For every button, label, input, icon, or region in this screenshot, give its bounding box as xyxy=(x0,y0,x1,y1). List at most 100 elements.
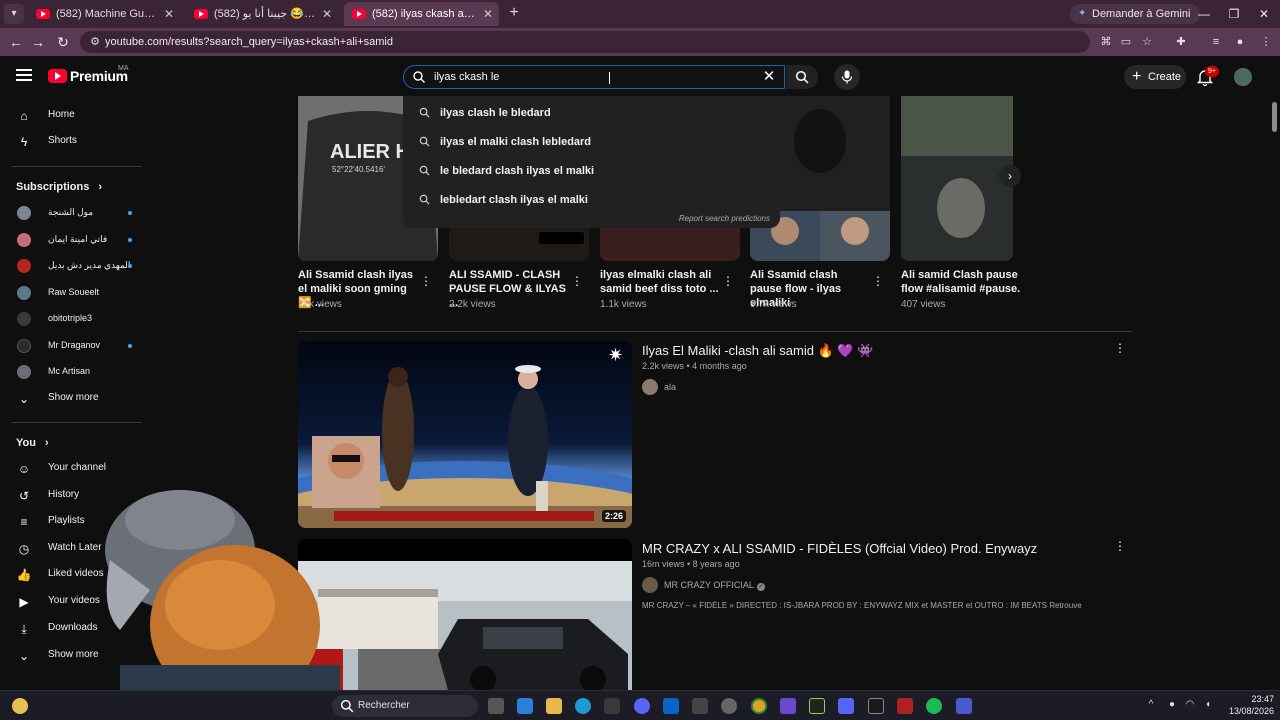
network-icon[interactable]: ◠ xyxy=(1183,698,1197,712)
scrollbar-thumb[interactable] xyxy=(1272,102,1277,132)
sidebar-channel[interactable]: Mr Draganov xyxy=(0,333,152,359)
sidebar-item-label: Shorts xyxy=(48,135,77,146)
weather-icon[interactable] xyxy=(12,698,28,714)
edge-icon[interactable] xyxy=(575,698,591,714)
back-icon[interactable]: ← xyxy=(6,32,26,52)
spotify-icon[interactable] xyxy=(926,698,942,714)
app-icon[interactable] xyxy=(956,698,972,714)
sidebar-channel[interactable]: obitotriple3 xyxy=(0,306,152,332)
short-title[interactable]: ilyas elmalki clash ali samid beef diss … xyxy=(600,268,720,296)
you-header[interactable]: You › xyxy=(16,437,49,449)
bookmark-star-icon[interactable]: ☆ xyxy=(1139,34,1155,50)
gaming-icon[interactable] xyxy=(780,698,796,714)
sidebar-channel[interactable]: Mc Artisan xyxy=(0,359,152,385)
translate-icon[interactable]: ⌘ xyxy=(1098,34,1114,50)
sidebar-channel[interactable]: فاتي امينة ايمان xyxy=(0,227,152,253)
microphone-icon[interactable]: ● xyxy=(1165,698,1179,712)
video-thumbnail[interactable] xyxy=(298,539,632,690)
more-options-icon[interactable]: ⋮ xyxy=(1114,341,1126,355)
browser-tab-1[interactable]: (582) Machine Gun Kelly "Rap D ✕ xyxy=(28,2,180,26)
restore-icon[interactable]: ❐ xyxy=(1224,4,1244,24)
browser-tab-2[interactable]: (582) بكاء هستيري 😂 جيبنا أنا يو ✕ xyxy=(186,2,338,26)
sidebar-item-your-channel[interactable]: ☺ Your channel xyxy=(0,456,152,482)
suggestion-item[interactable]: lebledart clash ilyas el malki xyxy=(403,185,780,214)
page-scrollbar[interactable] xyxy=(1271,96,1277,690)
video-result: 2:26 ✷ Ilyas El Maliki -clash ali samid … xyxy=(298,341,1132,531)
search-box[interactable] xyxy=(403,65,785,89)
more-options-icon[interactable]: ⋮ xyxy=(571,274,583,288)
browser-tab-active[interactable]: (582) ilyas ckash ali samid - You ✕ xyxy=(344,2,499,26)
video-thumbnail-image xyxy=(298,539,632,690)
report-predictions-link[interactable]: Report search predictions xyxy=(679,214,770,223)
copilot-icon[interactable] xyxy=(517,698,533,714)
voice-search-button[interactable] xyxy=(834,64,860,90)
notification-badge: 9+ xyxy=(1205,66,1219,77)
sidebar-channel[interactable]: المهدي مدير دش بديل xyxy=(0,253,152,279)
close-icon[interactable]: ✕ xyxy=(322,2,332,26)
create-button[interactable]: + Create xyxy=(1124,65,1186,89)
shorts-next-button[interactable]: › xyxy=(999,165,1021,187)
tab-search-menu-icon[interactable]: ▾ xyxy=(4,4,24,24)
steam-icon[interactable] xyxy=(721,698,737,714)
suggestion-item[interactable]: ilyas clash le bledard xyxy=(403,98,780,127)
more-options-icon[interactable]: ⋮ xyxy=(420,274,432,288)
youtube-logo-icon[interactable] xyxy=(48,69,67,83)
task-view-icon[interactable] xyxy=(488,698,504,714)
outlook-icon[interactable] xyxy=(663,698,679,714)
nvidia-icon[interactable] xyxy=(809,698,825,714)
profile-icon[interactable]: ● xyxy=(1232,34,1248,50)
store-icon[interactable] xyxy=(604,698,620,714)
sidebar-item-shorts[interactable]: ϟ Shorts xyxy=(0,129,152,155)
divider xyxy=(298,331,1132,332)
close-window-icon[interactable]: ✕ xyxy=(1254,4,1274,24)
discord-icon[interactable] xyxy=(838,698,854,714)
minimize-icon[interactable]: — xyxy=(1194,4,1214,24)
forward-icon[interactable]: → xyxy=(28,32,48,52)
sidebar-channel[interactable]: Raw Soueelt xyxy=(0,280,152,306)
taskbar-clock[interactable]: 23:47 13/08/2026 xyxy=(1218,693,1274,717)
sidebar-item-home[interactable]: ⌂ Home xyxy=(0,103,152,129)
video-thumbnail[interactable]: 2:26 xyxy=(298,341,632,528)
app-icon[interactable] xyxy=(692,698,708,714)
new-content-dot xyxy=(128,344,132,348)
more-options-icon[interactable]: ⋮ xyxy=(722,274,734,288)
taskbar-search[interactable]: Rechercher xyxy=(332,695,478,717)
clear-search-icon[interactable]: ✕ xyxy=(760,68,778,86)
video-title[interactable]: Ilyas El Maliki -clash ali samid 🔥 💜 👾 xyxy=(642,343,873,359)
tab-list-icon[interactable]: ≡ xyxy=(1208,34,1224,50)
video-result: MR CRAZY x ALI SSAMID - FIDÈLES (Offcial… xyxy=(298,539,1132,690)
kebab-menu-icon[interactable]: ⋮ xyxy=(1258,34,1274,50)
reload-icon[interactable]: ↻ xyxy=(53,32,73,52)
svg-text:ALIER H: ALIER H xyxy=(330,141,410,163)
close-icon[interactable]: ✕ xyxy=(164,2,174,26)
extensions-icon[interactable]: ✚ xyxy=(1173,34,1189,50)
more-options-icon[interactable]: ⋮ xyxy=(1114,539,1126,553)
short-title[interactable]: Ali samid Clash pause flow #alisamid #pa… xyxy=(901,268,1021,296)
site-info-icon[interactable]: ⚙ xyxy=(88,35,102,49)
suggestion-item[interactable]: ilyas el malki clash lebledard xyxy=(403,127,780,156)
suggestion-item[interactable]: le bledard clash ilyas el malki xyxy=(403,156,780,185)
guide-menu-icon[interactable] xyxy=(16,69,32,81)
search-input[interactable] xyxy=(434,68,754,86)
app-icon[interactable] xyxy=(897,698,913,714)
subscriptions-header[interactable]: Subscriptions › xyxy=(16,181,102,193)
sidebar-channel[interactable]: مول الشنجة xyxy=(0,200,152,226)
video-title[interactable]: MR CRAZY x ALI SSAMID - FIDÈLES (Offcial… xyxy=(642,541,1037,556)
volume-icon[interactable]: ◖ xyxy=(1201,698,1215,712)
plus-icon: + xyxy=(1132,68,1142,85)
new-tab-button[interactable]: + xyxy=(505,4,523,22)
close-icon[interactable]: ✕ xyxy=(483,2,493,26)
teams-icon[interactable] xyxy=(634,698,650,714)
gemini-button[interactable]: Demander à Gemini xyxy=(1070,4,1201,24)
app-icon[interactable] xyxy=(868,698,884,714)
account-avatar[interactable] xyxy=(1234,68,1252,86)
tray-overflow-icon[interactable]: ^ xyxy=(1144,698,1158,712)
sidebar-show-more[interactable]: ⌄ Show more xyxy=(0,386,152,412)
search-button[interactable] xyxy=(786,65,818,89)
address-bar[interactable]: ⚙ youtube.com/results?search_query=ilyas… xyxy=(80,31,1090,53)
short-thumbnail[interactable] xyxy=(901,96,1013,261)
file-explorer-icon[interactable] xyxy=(546,698,562,714)
cast-icon[interactable]: ▭ xyxy=(1118,34,1134,50)
more-options-icon[interactable]: ⋮ xyxy=(872,274,884,288)
chrome-icon[interactable] xyxy=(751,698,767,714)
